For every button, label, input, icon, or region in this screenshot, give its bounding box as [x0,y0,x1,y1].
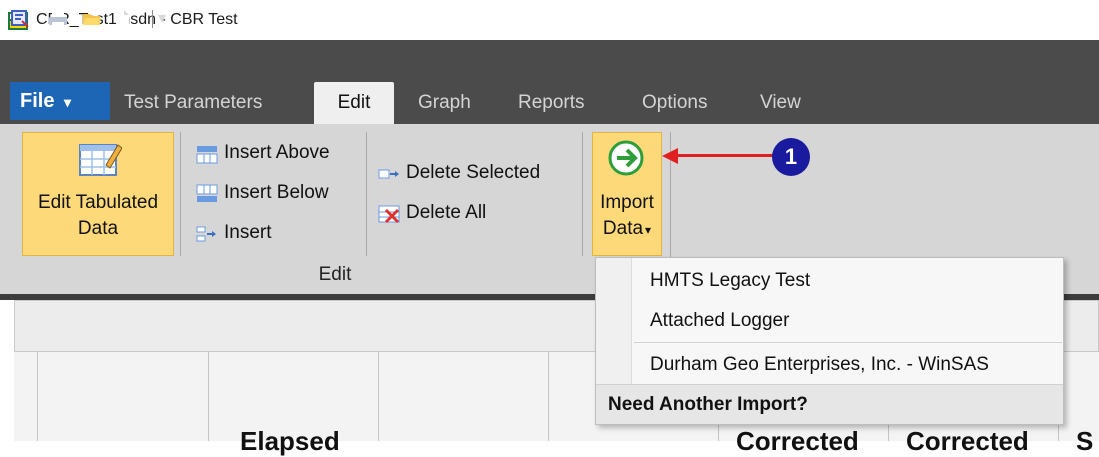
menu-item-attached-logger[interactable]: Attached Logger [650,310,789,332]
insert-button[interactable]: Insert [194,220,364,248]
import-label-line1: Import [600,192,654,213]
new-document-icon[interactable] [112,9,132,29]
tab-edit[interactable]: Edit [314,82,394,126]
insert-above-icon [196,146,218,164]
column-header-elapsed[interactable]: Elapsed [240,426,340,457]
grid-column-divider [378,352,379,441]
delete-all-button[interactable]: Delete All [376,200,576,228]
delete-all-label: Delete All [406,202,487,223]
insert-row-icon [196,226,216,242]
properties-icon[interactable] [10,9,30,29]
toolbar-separator [152,10,153,28]
delete-selected-icon [378,169,399,179]
arrow-right-circle-icon [608,140,644,176]
chevron-down-icon: ▾ [645,223,652,237]
grid-column-divider [208,352,209,441]
column-header-corrected-2[interactable]: Corrected [906,426,1029,457]
grid-column-divider [548,352,549,441]
tab-reports[interactable]: Reports [518,82,585,124]
tab-graph[interactable]: Graph [418,82,471,124]
customize-toolbar-button[interactable]: ▾ [158,8,166,28]
tab-test-parameters[interactable]: Test Parameters [124,82,262,124]
ribbon-separator [582,132,583,256]
import-label-line2: Data ▾ [592,218,662,240]
open-folder-icon[interactable] [82,9,102,29]
delete-selected-label: Delete Selected [406,162,541,183]
delete-all-icon [378,205,400,224]
menu-icon-gutter [596,258,632,384]
callout-badge: 1 [772,138,810,176]
row-header-column [14,352,38,441]
ribbon-separator [180,132,181,256]
print-icon[interactable] [48,9,68,29]
insert-above-label: Insert Above [224,142,330,163]
insert-below-button[interactable]: Insert Below [194,180,364,208]
callout-arrow-line [676,154,776,157]
column-header-corrected-1[interactable]: Corrected [736,426,859,457]
ribbon-group-label: Edit [318,264,352,285]
menu-footer-label: Need Another Import? [608,394,808,415]
edit-tabulated-label-line2: Data [77,218,119,239]
edit-table-icon [79,144,122,176]
file-tab[interactable]: File ▾ [10,82,110,120]
import-label-text: Data [602,218,644,239]
insert-label: Insert [224,222,272,243]
column-header-s[interactable]: S [1076,426,1093,457]
tab-view[interactable]: View [760,82,801,124]
callout-arrowhead [662,148,678,164]
insert-below-icon [196,184,218,202]
menu-item-hmts-legacy-test[interactable]: HMTS Legacy Test [650,270,810,292]
chevron-down-icon: ▾ [64,94,72,110]
insert-above-button[interactable]: Insert Above [194,140,364,168]
menu-separator [634,342,1062,343]
quick-access-toolbar [0,40,1099,80]
tab-options[interactable]: Options [642,82,707,124]
ribbon-separator [366,132,367,256]
file-tab-label: File [20,90,55,112]
edit-tabulated-label-line1: Edit Tabulated [37,192,159,213]
delete-selected-button[interactable]: Delete Selected [376,160,576,188]
insert-below-label: Insert Below [224,182,329,203]
menu-item-durham-geo-winsas[interactable]: Durham Geo Enterprises, Inc. - WinSAS [650,354,989,376]
